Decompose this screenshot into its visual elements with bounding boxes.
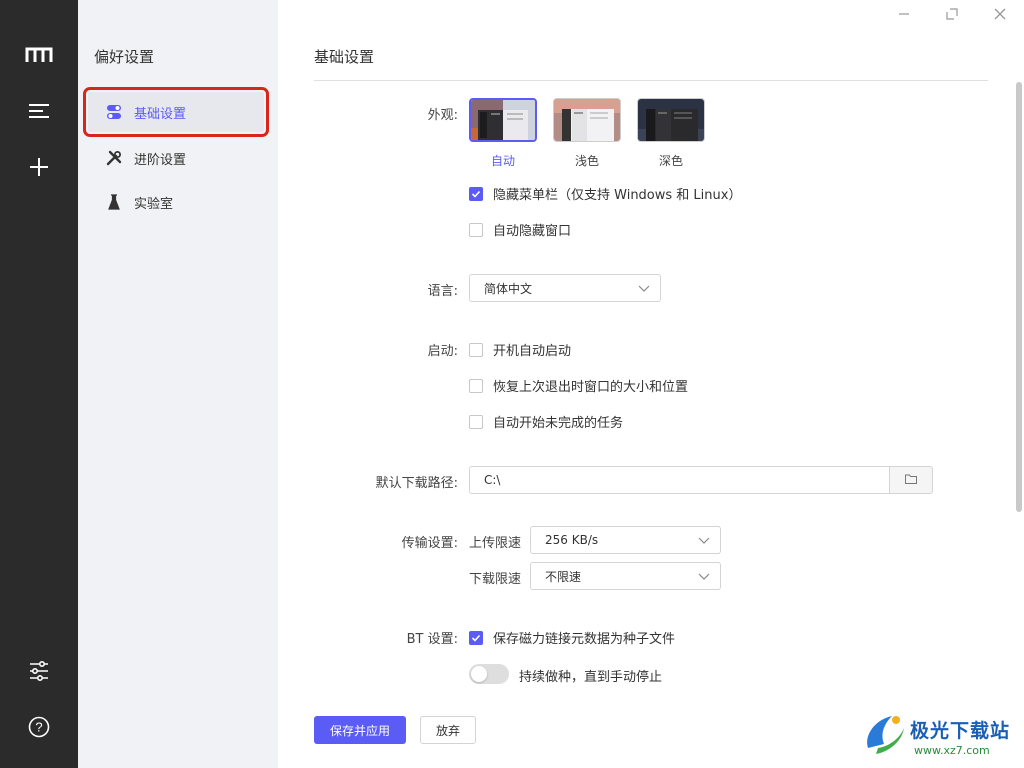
title-divider bbox=[314, 80, 988, 81]
checkbox-unchecked[interactable] bbox=[469, 414, 483, 429]
transfer-label: 传输设置: bbox=[401, 536, 458, 551]
watermark-url: www.xz7.com bbox=[914, 744, 990, 757]
flask-icon bbox=[106, 194, 122, 210]
help-icon[interactable]: ? bbox=[24, 712, 54, 742]
select-value: 不限速 bbox=[545, 569, 582, 584]
checkbox-label: 开机自动启动 bbox=[493, 344, 572, 359]
checkbox-unchecked[interactable] bbox=[469, 378, 483, 393]
keep-seeding-toggle[interactable] bbox=[469, 664, 509, 684]
logo-icon[interactable] bbox=[24, 40, 54, 70]
watermark-brand: 极光下载站 bbox=[910, 720, 1011, 742]
sidebar-item-label: 基础设置 bbox=[134, 106, 187, 122]
watermark-logo-icon bbox=[867, 716, 904, 754]
upload-limit-select[interactable]: 256 KB/s bbox=[530, 526, 721, 554]
keep-seeding-label: 持续做种，直到手动停止 bbox=[519, 670, 663, 685]
language-label: 语言: bbox=[427, 284, 458, 299]
sidebar-item-label: 进阶设置 bbox=[134, 152, 187, 168]
scrollbar[interactable] bbox=[1016, 82, 1022, 512]
checkbox-checked[interactable] bbox=[469, 630, 483, 645]
add-task-icon[interactable] bbox=[24, 152, 54, 182]
checkbox-label: 隐藏菜单栏（仅支持 Windows 和 Linux） bbox=[493, 188, 742, 203]
tools-icon bbox=[106, 150, 122, 166]
svg-text:?: ? bbox=[35, 720, 42, 735]
checkbox-unchecked[interactable] bbox=[469, 222, 483, 237]
checkbox-label: 恢复上次退出时窗口的大小和位置 bbox=[493, 380, 689, 395]
appearance-label: 外观: bbox=[427, 108, 458, 123]
select-value: 256 KB/s bbox=[545, 533, 599, 547]
download-path-input[interactable]: C:\ bbox=[469, 466, 890, 494]
checkbox-label: 自动开始未完成的任务 bbox=[493, 416, 624, 431]
sidebar-item-advanced[interactable]: 进阶设置 bbox=[88, 138, 264, 178]
checkbox-label: 保存磁力链接元数据为种子文件 bbox=[493, 632, 676, 647]
save-magnet-checkbox[interactable]: 保存磁力链接元数据为种子文件 bbox=[469, 628, 675, 647]
menu-icon[interactable] bbox=[24, 96, 54, 126]
chevron-down-icon bbox=[638, 282, 650, 297]
chevron-down-icon bbox=[698, 570, 710, 585]
sidebar-title: 偏好设置 bbox=[94, 48, 155, 66]
bt-label: BT 设置: bbox=[406, 632, 458, 647]
checkbox-unchecked[interactable] bbox=[469, 342, 483, 357]
theme-auto-label: 自动 bbox=[490, 154, 515, 168]
settings-panel: 基础设置 外观: 自动 浅色 深色 隐藏菜单栏（仅支持 Windows 和 Li… bbox=[278, 0, 1024, 768]
download-limit-label: 下载限速 bbox=[469, 572, 522, 587]
resume-tasks-checkbox[interactable]: 自动开始未完成的任务 bbox=[469, 412, 623, 431]
toggle-knob bbox=[471, 666, 487, 682]
upload-limit-label: 上传限速 bbox=[469, 536, 522, 551]
download-limit-select[interactable]: 不限速 bbox=[530, 562, 721, 590]
path-value: C:\ bbox=[484, 473, 501, 487]
hide-menubar-checkbox[interactable]: 隐藏菜单栏（仅支持 Windows 和 Linux） bbox=[469, 184, 741, 203]
close-icon[interactable] bbox=[990, 4, 1010, 24]
checkbox-checked[interactable] bbox=[469, 186, 483, 201]
page-title: 基础设置 bbox=[314, 48, 375, 66]
theme-auto-option[interactable] bbox=[469, 98, 537, 142]
theme-light-label: 浅色 bbox=[574, 154, 599, 168]
auto-hide-window-checkbox[interactable]: 自动隐藏窗口 bbox=[469, 220, 571, 239]
toggle-icon bbox=[106, 104, 122, 120]
minimize-icon[interactable] bbox=[894, 4, 914, 24]
restore-window-checkbox[interactable]: 恢复上次退出时窗口的大小和位置 bbox=[469, 376, 688, 395]
sidebar-item-lab[interactable]: 实验室 bbox=[88, 182, 264, 222]
sidebar-item-label: 实验室 bbox=[134, 196, 174, 212]
select-value: 简体中文 bbox=[484, 281, 533, 296]
theme-dark-option[interactable] bbox=[637, 98, 705, 142]
app-rail: ? bbox=[0, 0, 78, 768]
chevron-down-icon bbox=[698, 534, 710, 549]
sidebar-item-basic[interactable]: 基础设置 bbox=[83, 87, 269, 137]
settings-sliders-icon[interactable] bbox=[24, 656, 54, 686]
theme-dark-label: 深色 bbox=[658, 154, 683, 168]
browse-folder-button[interactable] bbox=[889, 466, 933, 494]
preferences-sidebar: 偏好设置 基础设置 进阶设置 实验室 bbox=[78, 0, 278, 768]
startup-label: 启动: bbox=[427, 344, 458, 359]
save-apply-button[interactable]: 保存并应用 bbox=[314, 716, 406, 744]
theme-light-option[interactable] bbox=[553, 98, 621, 142]
checkbox-label: 自动隐藏窗口 bbox=[493, 224, 572, 239]
discard-button[interactable]: 放弃 bbox=[420, 716, 476, 744]
watermark: 极光下载站 www.xz7.com bbox=[862, 704, 1022, 766]
language-select[interactable]: 简体中文 bbox=[469, 274, 661, 302]
launch-at-boot-checkbox[interactable]: 开机自动启动 bbox=[469, 340, 571, 359]
maximize-icon[interactable] bbox=[942, 4, 962, 24]
download-path-label: 默认下载路径: bbox=[375, 476, 458, 491]
folder-icon bbox=[905, 473, 917, 488]
